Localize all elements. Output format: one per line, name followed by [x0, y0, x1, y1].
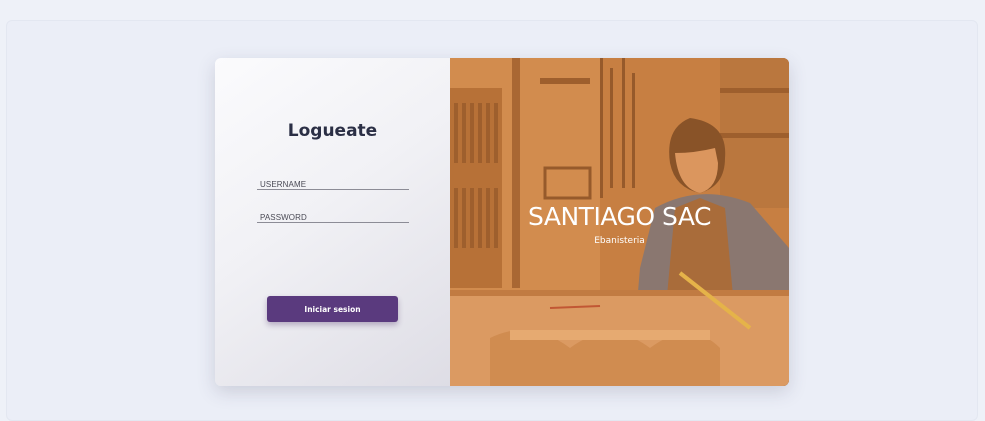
- password-field: [257, 207, 409, 225]
- username-input[interactable]: [257, 177, 409, 192]
- brand-tagline: Ebanisteria: [594, 236, 645, 246]
- password-input[interactable]: [257, 210, 409, 225]
- login-button[interactable]: Iniciar sesion: [267, 296, 398, 322]
- login-card: Logueate Iniciar sesion: [215, 58, 789, 386]
- form-title: Logueate: [287, 121, 378, 141]
- login-form: Logueate Iniciar sesion: [215, 58, 450, 386]
- username-field: [257, 174, 409, 192]
- brand-panel: SANTIAGO SAC Ebanisteria: [450, 58, 789, 386]
- brand-title: SANTIAGO SAC: [528, 202, 711, 231]
